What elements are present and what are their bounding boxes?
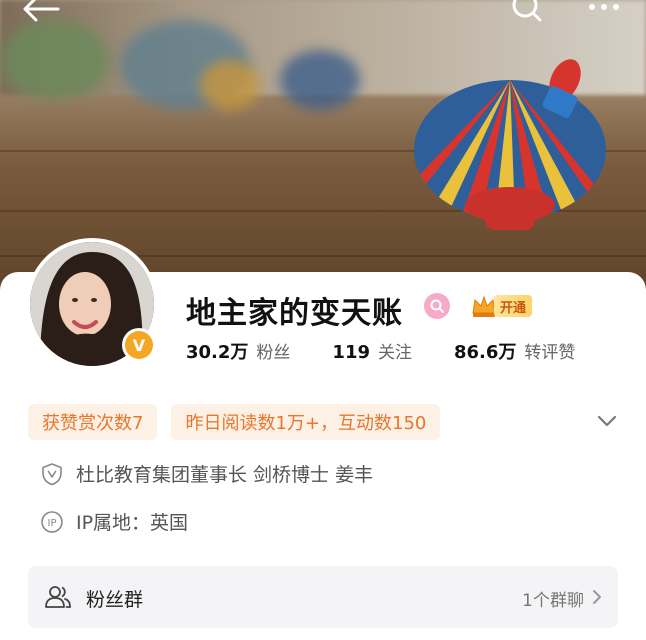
stat-reposts-likes[interactable]: 86.6万 转评赞 [454, 338, 575, 364]
verification-text: 杜比教育集团董事长 剑桥博士 姜丰 [76, 464, 374, 486]
more-button[interactable] [584, 0, 624, 26]
search-button[interactable] [506, 0, 546, 26]
vip-open-label: 开通 [494, 295, 533, 317]
stat-value: 86.6万 [454, 342, 517, 363]
svg-text:IP: IP [48, 518, 57, 529]
group-users-icon [45, 586, 71, 608]
stat-label: 转评赞 [524, 343, 576, 363]
tag-yesterday-reads[interactable]: 昨日阅读数1万+，互动数150 [171, 404, 441, 440]
arrow-left-icon [23, 0, 60, 22]
ip-location-row: IP IP属地：英国 [40, 508, 188, 535]
stat-value: 30.2万 [186, 342, 249, 363]
stat-label: 关注 [378, 343, 412, 363]
stat-label: 粉丝 [256, 343, 291, 363]
spinning-top-illustration [414, 59, 606, 230]
fan-group-count: 1个群聊 [522, 591, 584, 611]
fan-group-entry[interactable]: 粉丝群 1个群聊 [28, 566, 618, 628]
verified-v-icon: V [125, 331, 153, 359]
profile-stats: 30.2万 粉丝 119 关注 86.6万 转评赞 [186, 338, 575, 364]
back-button[interactable] [22, 0, 62, 26]
stat-value: 119 [332, 342, 370, 363]
more-dots-icon [589, 4, 619, 10]
verified-badge: V [122, 328, 156, 362]
verification-row: 杜比教育集团董事长 剑桥博士 姜丰 [40, 460, 373, 487]
vip-open-button[interactable]: 开通 [470, 293, 533, 319]
fan-group-title: 粉丝群 [86, 589, 144, 611]
ip-icon: IP [41, 510, 63, 533]
stat-following[interactable]: 119 关注 [332, 338, 412, 363]
stat-followers[interactable]: 30.2万 粉丝 [186, 338, 290, 364]
ip-location-text: IP属地：英国 [76, 512, 189, 534]
chevron-down-icon[interactable] [594, 408, 620, 434]
tag-appreciation-count[interactable]: 获赞赏次数7 [28, 404, 158, 440]
chevron-right-icon [593, 590, 601, 604]
search-icon [512, 0, 542, 22]
search-badge-icon[interactable] [424, 293, 450, 319]
achievement-tags: 获赞赏次数7 昨日阅读数1万+，互动数150 [28, 404, 454, 440]
shield-v-icon [42, 462, 62, 485]
profile-name: 地主家的变天账 [186, 296, 403, 331]
